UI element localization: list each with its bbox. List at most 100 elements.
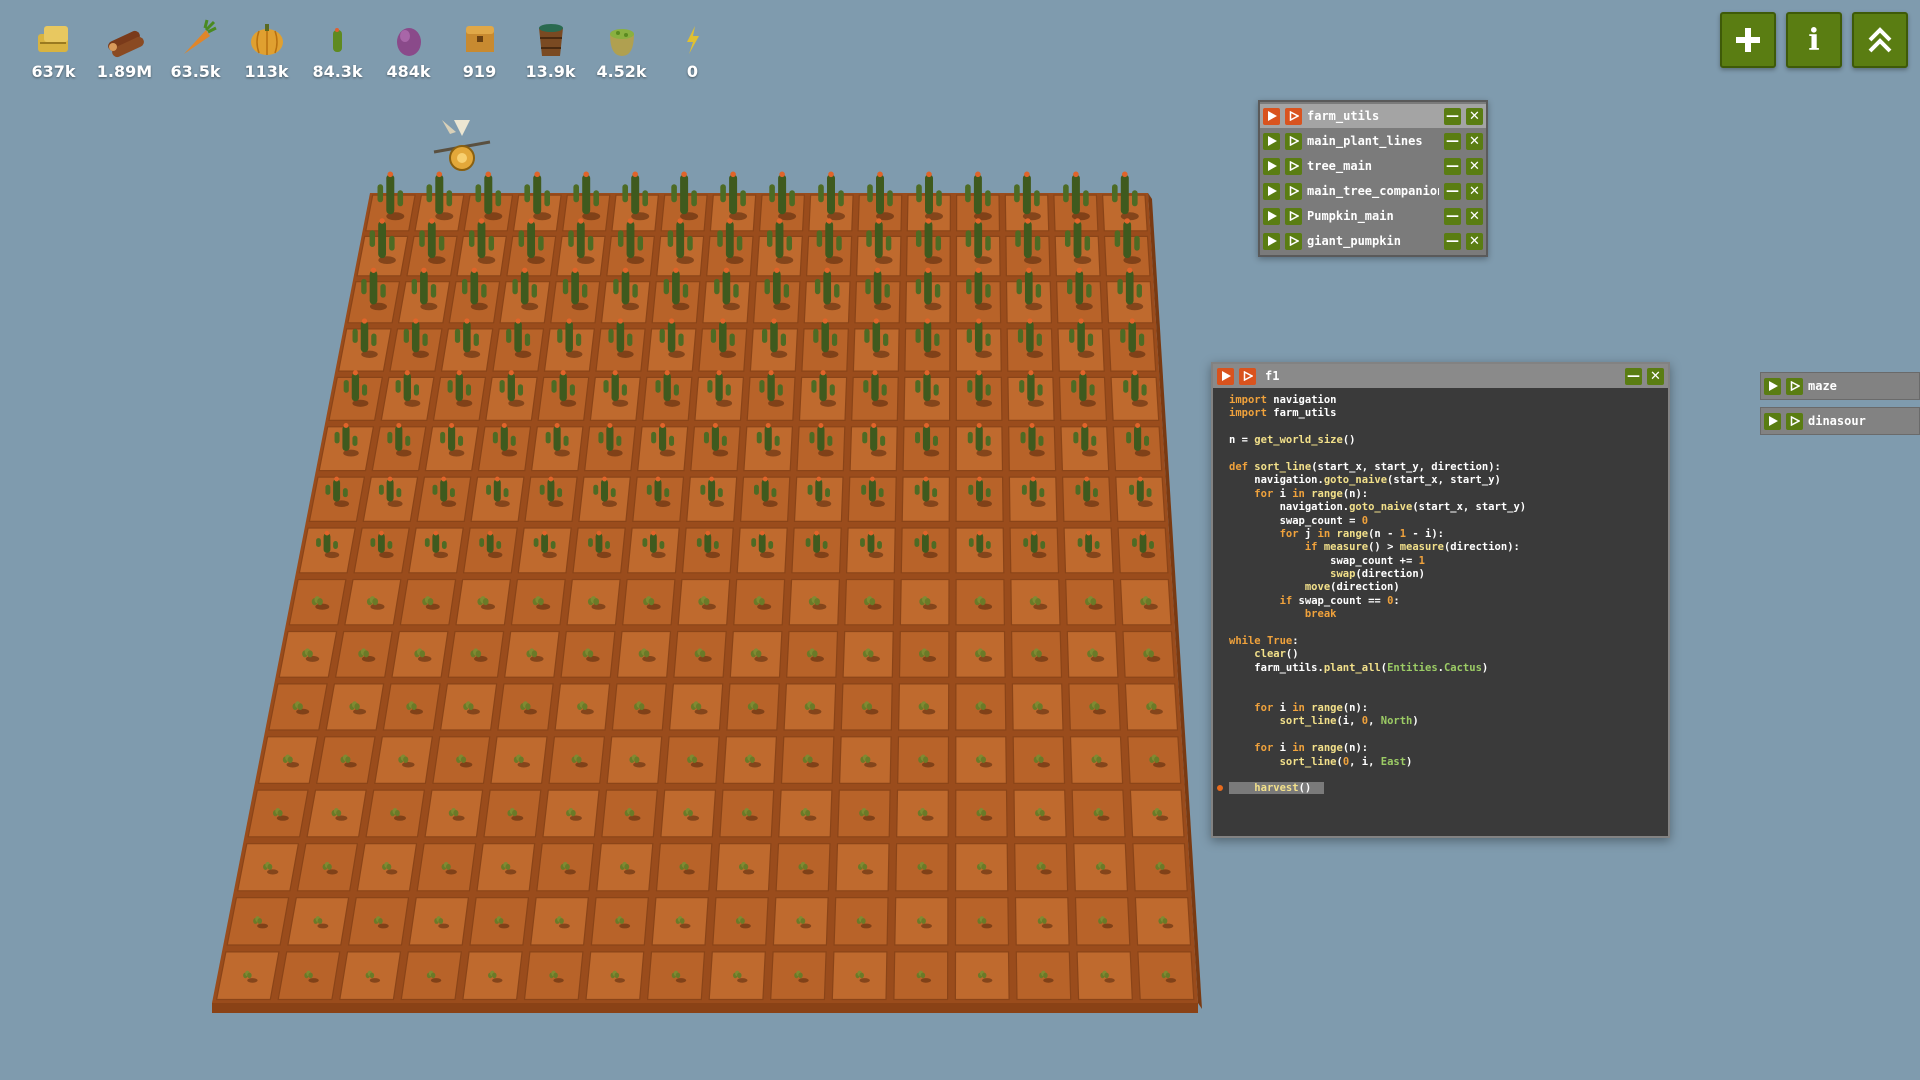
script-name[interactable]: giant_pumpkin [1307,234,1439,248]
run-button[interactable] [1263,207,1280,225]
close-icon: ✕ [1469,158,1480,174]
minimize-button[interactable]: — [1444,182,1461,200]
resource-value: 84.3k [312,62,363,81]
run-button[interactable] [1263,182,1280,200]
minimize-button[interactable]: — [1444,107,1461,125]
run-button[interactable] [1764,412,1781,430]
run-button[interactable] [1217,367,1234,385]
minus-icon: — [1446,108,1459,124]
code-line[interactable]: for i in range(n): [1229,488,1668,501]
code-line[interactable]: while True: [1229,635,1668,648]
resource-value: 113k [244,62,289,81]
code-line[interactable]: if measure() > measure(direction): [1229,541,1668,554]
play-icon [1768,416,1778,426]
code-line[interactable]: import navigation [1229,394,1668,407]
code-line[interactable]: break [1229,608,1668,621]
run-button[interactable] [1764,377,1781,395]
script-item[interactable]: farm_utils — ✕ [1260,104,1486,128]
play-icon [1267,161,1277,171]
script-name[interactable]: maze [1808,379,1916,393]
script-item[interactable]: Pumpkin_main — ✕ [1260,204,1486,228]
step-button[interactable] [1285,157,1302,175]
script-name[interactable]: main_tree_companion [1307,184,1439,198]
info-button[interactable]: i [1786,12,1842,68]
script-name[interactable]: main_plant_lines [1307,134,1439,148]
play-outline-icon [1243,371,1253,381]
code-line[interactable]: for i in range(n): [1229,702,1668,715]
minimize-button[interactable]: — [1444,207,1461,225]
step-button[interactable] [1285,182,1302,200]
code-line[interactable]: if swap_count == 0: [1229,595,1668,608]
script-item[interactable]: main_plant_lines — ✕ [1260,129,1486,153]
close-button[interactable]: ✕ [1466,157,1483,175]
code-line[interactable]: swap(direction) [1229,568,1668,581]
step-button[interactable] [1285,107,1302,125]
minus-icon: — [1627,368,1640,384]
step-button[interactable] [1786,412,1803,430]
code-line[interactable] [1229,769,1668,782]
code-line[interactable]: def sort_line(start_x, start_y, directio… [1229,461,1668,474]
code-line[interactable]: for j in range(n - 1 - i): [1229,528,1668,541]
close-button[interactable]: ✕ [1647,367,1664,385]
code-line[interactable]: n = get_world_size() [1229,434,1668,447]
run-button[interactable] [1263,107,1280,125]
code-line[interactable]: sort_line(0, i, East) [1229,756,1668,769]
resource-value: 484k [386,62,431,81]
code-editor[interactable]: import navigation import farm_utils n = g… [1213,388,1668,796]
code-line[interactable]: import farm_utils [1229,407,1668,420]
code-line[interactable] [1229,448,1668,461]
code-line[interactable]: clear() [1229,648,1668,661]
side-script-item[interactable]: maze [1760,372,1920,400]
hay-icon [30,18,78,60]
code-line[interactable]: sort_line(i, 0, North) [1229,715,1668,728]
code-line[interactable]: swap_count += 1 [1229,555,1668,568]
run-button[interactable] [1263,132,1280,150]
close-button[interactable]: ✕ [1466,132,1483,150]
code-window-titlebar[interactable]: f1 — ✕ [1213,364,1668,388]
minimize-button[interactable]: — [1625,367,1642,385]
close-button[interactable]: ✕ [1466,232,1483,250]
close-icon: ✕ [1469,208,1480,224]
script-name[interactable]: tree_main [1307,159,1439,173]
code-line[interactable]: move(direction) [1229,581,1668,594]
script-name[interactable]: Pumpkin_main [1307,209,1439,223]
code-line[interactable] [1229,689,1668,702]
run-button[interactable] [1263,232,1280,250]
upgrades-button[interactable] [1852,12,1908,68]
field-edge [212,1003,1198,1013]
close-button[interactable]: ✕ [1466,107,1483,125]
side-script-item[interactable]: dinasour [1760,407,1920,435]
step-button[interactable] [1285,232,1302,250]
code-line[interactable]: for i in range(n): [1229,742,1668,755]
close-button[interactable]: ✕ [1466,182,1483,200]
close-button[interactable]: ✕ [1466,207,1483,225]
code-line[interactable] [1229,622,1668,635]
wood-icon [101,18,149,60]
minimize-button[interactable]: — [1444,157,1461,175]
code-line[interactable] [1229,675,1668,688]
script-name[interactable]: farm_utils [1307,109,1439,123]
script-item[interactable]: main_tree_companion — ✕ [1260,179,1486,203]
script-name[interactable]: dinasour [1808,414,1916,428]
code-line[interactable]: swap_count = 0 [1229,515,1668,528]
code-line[interactable]: harvest() [1217,782,1668,795]
script-item[interactable]: tree_main — ✕ [1260,154,1486,178]
run-button[interactable] [1263,157,1280,175]
code-window[interactable]: f1 — ✕ import navigation import farm_util… [1211,362,1670,838]
close-icon: ✕ [1469,183,1480,199]
add-window-button[interactable] [1720,12,1776,68]
minimize-button[interactable]: — [1444,132,1461,150]
step-button[interactable] [1786,377,1803,395]
step-button[interactable] [1239,367,1256,385]
code-line[interactable]: navigation.goto_naive(start_x, start_y) [1229,474,1668,487]
play-icon [1221,371,1231,381]
code-line[interactable]: farm_utils.plant_all(Entities.Cactus) [1229,662,1668,675]
minimize-button[interactable]: — [1444,232,1461,250]
code-line[interactable] [1229,421,1668,434]
step-button[interactable] [1285,207,1302,225]
step-button[interactable] [1285,132,1302,150]
code-line[interactable]: navigation.goto_naive(start_x, start_y) [1229,501,1668,514]
script-item[interactable]: giant_pumpkin — ✕ [1260,229,1486,253]
play-outline-icon [1289,211,1299,221]
code-line[interactable] [1229,729,1668,742]
